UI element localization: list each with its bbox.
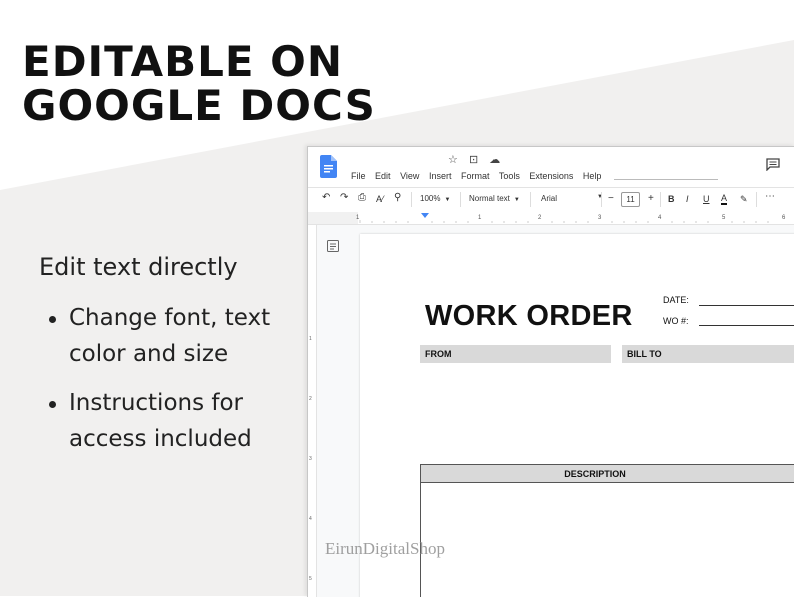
- document-title: WORK ORDER: [425, 300, 633, 332]
- spellcheck-icon[interactable]: A⁄: [376, 194, 384, 204]
- more-options-icon[interactable]: ⋯: [765, 191, 775, 202]
- redo-icon[interactable]: ↷: [340, 192, 348, 203]
- chevron-down-icon: ▼: [597, 194, 603, 200]
- headline-line-1: EDITABLE ON: [22, 37, 344, 86]
- font-select[interactable]: Arial ▼: [541, 194, 603, 203]
- ruler-label: 2: [309, 396, 312, 402]
- ruler-label: 1: [309, 336, 312, 342]
- undo-icon[interactable]: ↶: [322, 192, 330, 203]
- ruler-label: 1: [356, 215, 360, 221]
- ruler-label: 4: [309, 516, 312, 522]
- zoom-value: 100%: [420, 194, 441, 203]
- paragraph-style-select[interactable]: Normal text ▼: [469, 194, 520, 203]
- feature-bullet: Change font, text color and size: [48, 300, 298, 372]
- horizontal-ruler[interactable]: 1 1 2 3 4 5 6: [308, 212, 794, 225]
- feature-list: Change font, text color and size Instruc…: [48, 300, 298, 470]
- formatting-toolbar: ↶ ↷ ⎙ A⁄ ⚲ 100% ▼ Normal text ▼ Arial ▼ − 1…: [308, 187, 794, 213]
- menu-file[interactable]: File: [351, 171, 366, 181]
- google-docs-window: ☆ ⊡ ☁ File Edit View Insert Format Tools…: [307, 146, 794, 597]
- title-bar: ☆ ⊡ ☁ File Edit View Insert Format Tools…: [308, 147, 794, 187]
- star-icon[interactable]: ☆: [448, 154, 458, 166]
- toolbar-divider: [411, 192, 412, 207]
- toolbar-divider: [460, 192, 461, 207]
- paragraph-style-value: Normal text: [469, 194, 510, 203]
- menu-insert[interactable]: Insert: [429, 171, 452, 181]
- toolbar-divider: [660, 192, 661, 207]
- ruler-label: 5: [722, 215, 726, 221]
- ruler-label: 1: [478, 215, 482, 221]
- indent-marker[interactable]: [421, 213, 429, 218]
- document-outline-icon[interactable]: [327, 240, 339, 252]
- watermark: EirunDigitalShop: [325, 539, 445, 558]
- paint-format-icon[interactable]: ⚲: [394, 192, 401, 203]
- zoom-select[interactable]: 100% ▼: [420, 194, 450, 203]
- menu-bar: File Edit View Insert Format Tools Exten…: [351, 171, 608, 181]
- wo-number-label: WO #:: [663, 316, 689, 326]
- increase-font-size-button[interactable]: +: [648, 193, 654, 204]
- ruler-label: 3: [598, 215, 602, 221]
- menu-extensions[interactable]: Extensions: [529, 171, 573, 181]
- menu-format[interactable]: Format: [461, 171, 490, 181]
- font-value: Arial: [541, 194, 558, 203]
- font-size-input[interactable]: 11: [621, 192, 640, 207]
- menu-edit[interactable]: Edit: [375, 171, 391, 181]
- feature-bullet: Instructions for access included: [48, 385, 298, 457]
- italic-button[interactable]: I: [686, 194, 689, 204]
- title-icons: ☆ ⊡ ☁: [448, 153, 508, 166]
- underline-button[interactable]: U: [703, 194, 710, 204]
- chevron-down-icon: ▼: [444, 197, 451, 203]
- description-header: DESCRIPTION: [421, 465, 794, 483]
- toolbar-divider: [756, 192, 757, 207]
- headline: EDITABLE ON GOOGLE DOCS: [22, 40, 376, 128]
- menu-view[interactable]: View: [400, 171, 419, 181]
- from-header: FROM: [420, 345, 611, 363]
- description-table[interactable]: DESCRIPTION: [420, 464, 794, 597]
- cloud-status-icon[interactable]: ☁: [489, 154, 500, 166]
- date-label: DATE:: [663, 295, 689, 305]
- print-icon[interactable]: ⎙: [358, 192, 366, 203]
- menu-help[interactable]: Help: [583, 171, 602, 181]
- chevron-down-icon: ▼: [513, 197, 520, 203]
- bold-button[interactable]: B: [668, 194, 675, 204]
- bill-to-header: BILL TO: [622, 345, 794, 363]
- last-edit-placeholder[interactable]: [614, 179, 718, 180]
- ruler-label: 5: [309, 576, 312, 582]
- move-folder-icon[interactable]: ⊡: [469, 154, 478, 166]
- comments-icon[interactable]: [766, 158, 780, 171]
- docs-logo-icon[interactable]: [320, 155, 337, 178]
- vertical-ruler[interactable]: 1 2 3 4 5: [308, 225, 317, 597]
- wo-number-field[interactable]: [699, 325, 794, 326]
- ruler-label: 2: [538, 215, 542, 221]
- ruler-label: 6: [782, 215, 786, 221]
- decrease-font-size-button[interactable]: −: [608, 193, 614, 204]
- text-color-button[interactable]: A: [721, 194, 728, 205]
- menu-tools[interactable]: Tools: [499, 171, 520, 181]
- date-field[interactable]: [699, 305, 794, 306]
- toolbar-divider: [530, 192, 531, 207]
- ruler-label: 3: [309, 456, 312, 462]
- toolbar-divider: [601, 192, 602, 207]
- headline-line-2: GOOGLE DOCS: [22, 81, 376, 130]
- highlight-color-icon[interactable]: ✎: [740, 194, 748, 205]
- feature-lead: Edit text directly: [39, 253, 238, 281]
- ruler-label: 4: [658, 215, 662, 221]
